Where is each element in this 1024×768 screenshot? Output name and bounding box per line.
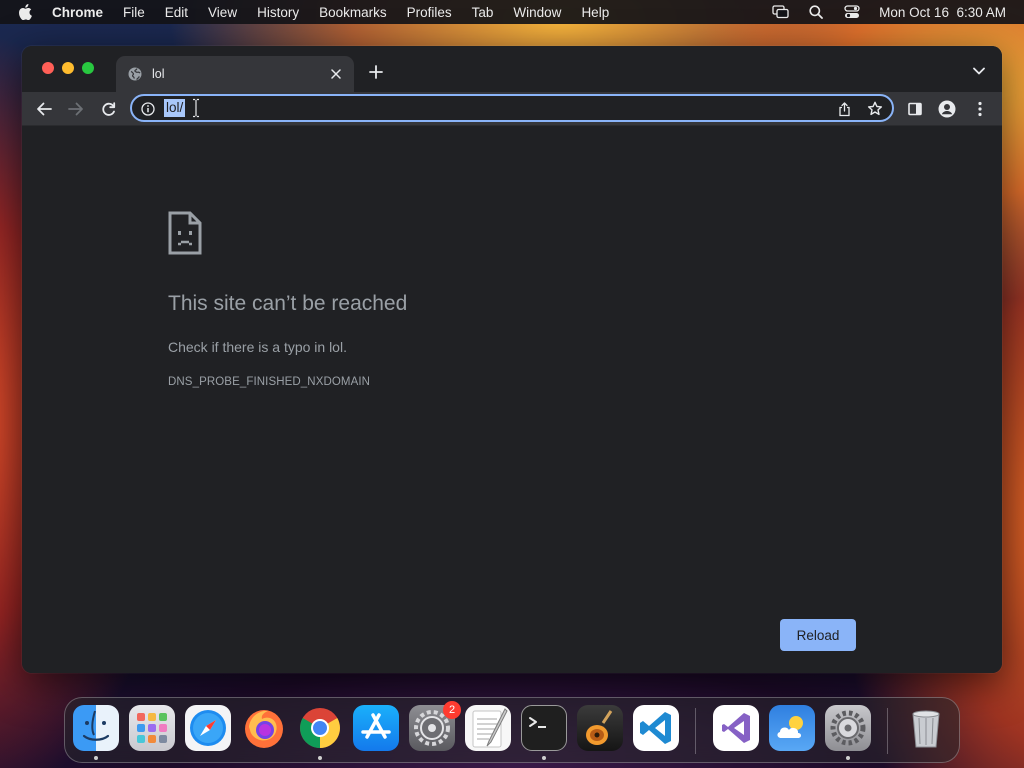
reload-icon[interactable] [97,98,119,120]
menubar-clock[interactable]: Mon Oct 16 6:30 AM [879,5,1006,20]
address-bar-url[interactable]: lol/ [164,99,186,117]
chrome-running-indicator [318,756,322,760]
menu-tab[interactable]: Tab [472,5,494,20]
menu-history[interactable]: History [257,5,299,20]
menu-bookmarks[interactable]: Bookmarks [319,5,387,20]
dock-separator [887,708,888,754]
vscode-icon[interactable] [633,705,679,751]
more-menu-icon[interactable] [969,98,991,120]
chrome-icon[interactable] [297,705,343,751]
system-preferences-icon[interactable]: 2 [409,701,461,751]
trash-icon[interactable] [903,705,949,751]
menu-window[interactable]: Window [513,5,561,20]
terminal-running-indicator [542,756,546,760]
tab-search-chevron-icon[interactable] [970,63,988,79]
finder-icon[interactable] [73,705,119,751]
new-tab-icon[interactable] [366,62,386,82]
settings-running-indicator [846,756,850,760]
tab-title: lol [152,67,165,81]
spotlight-search-icon[interactable] [807,4,825,20]
browser-toolbar: lol/ [22,92,1002,126]
visual-studio-icon[interactable] [713,705,759,751]
tab-strip: lol [22,46,1002,92]
back-arrow-icon[interactable] [33,98,55,120]
apple-menu-icon[interactable] [18,4,36,20]
menu-view[interactable]: View [208,5,237,20]
dock-separator [695,708,696,754]
textedit-icon[interactable] [465,705,511,751]
finder-running-indicator [94,756,98,760]
terminal-icon[interactable] [521,705,567,751]
forward-arrow-icon[interactable] [65,98,87,120]
site-info-icon[interactable] [140,101,156,117]
text-cursor-icon [193,98,199,118]
menu-bar: Chrome File Edit View History Bookmarks … [0,0,1024,24]
safari-icon[interactable] [185,705,231,751]
menu-app-name[interactable]: Chrome [52,5,103,20]
share-icon[interactable] [836,100,852,118]
firefox-icon[interactable] [241,705,287,751]
bookmark-star-icon[interactable] [866,100,884,118]
menu-edit[interactable]: Edit [165,5,188,20]
close-window-button[interactable] [42,62,54,74]
address-bar[interactable]: lol/ [130,94,894,122]
control-center-icon[interactable] [843,4,861,20]
tab-lol[interactable]: lol [116,56,354,92]
notification-badge: 2 [443,701,461,719]
screen-mirroring-icon[interactable] [771,4,789,20]
error-code: DNS_PROBE_FINISHED_NXDOMAIN [168,376,371,388]
menu-file[interactable]: File [123,5,145,20]
zoom-window-button[interactable] [82,62,94,74]
profile-avatar-icon[interactable] [936,98,958,120]
dock: 2 [64,697,960,763]
menu-profiles[interactable]: Profiles [407,5,452,20]
settings-gear-icon[interactable] [825,705,871,751]
error-title: This site can’t be reached [168,292,408,315]
reload-button[interactable]: Reload [780,619,856,651]
minimize-window-button[interactable] [62,62,74,74]
menu-help[interactable]: Help [581,5,609,20]
launchpad-icon[interactable] [129,705,175,751]
side-panel-icon[interactable] [904,98,926,120]
close-tab-icon[interactable] [328,66,344,82]
garageband-icon[interactable] [577,705,623,751]
chrome-window: lol lol/ This site can’t be reached Chec… [22,46,1002,673]
weather-icon[interactable] [769,705,815,751]
window-controls [42,62,94,74]
globe-icon [128,67,142,81]
sad-document-icon [168,211,202,255]
app-store-icon[interactable] [353,705,399,751]
error-hint: Check if there is a typo in lol. [168,339,347,355]
error-page: This site can’t be reached Check if ther… [22,127,1002,673]
